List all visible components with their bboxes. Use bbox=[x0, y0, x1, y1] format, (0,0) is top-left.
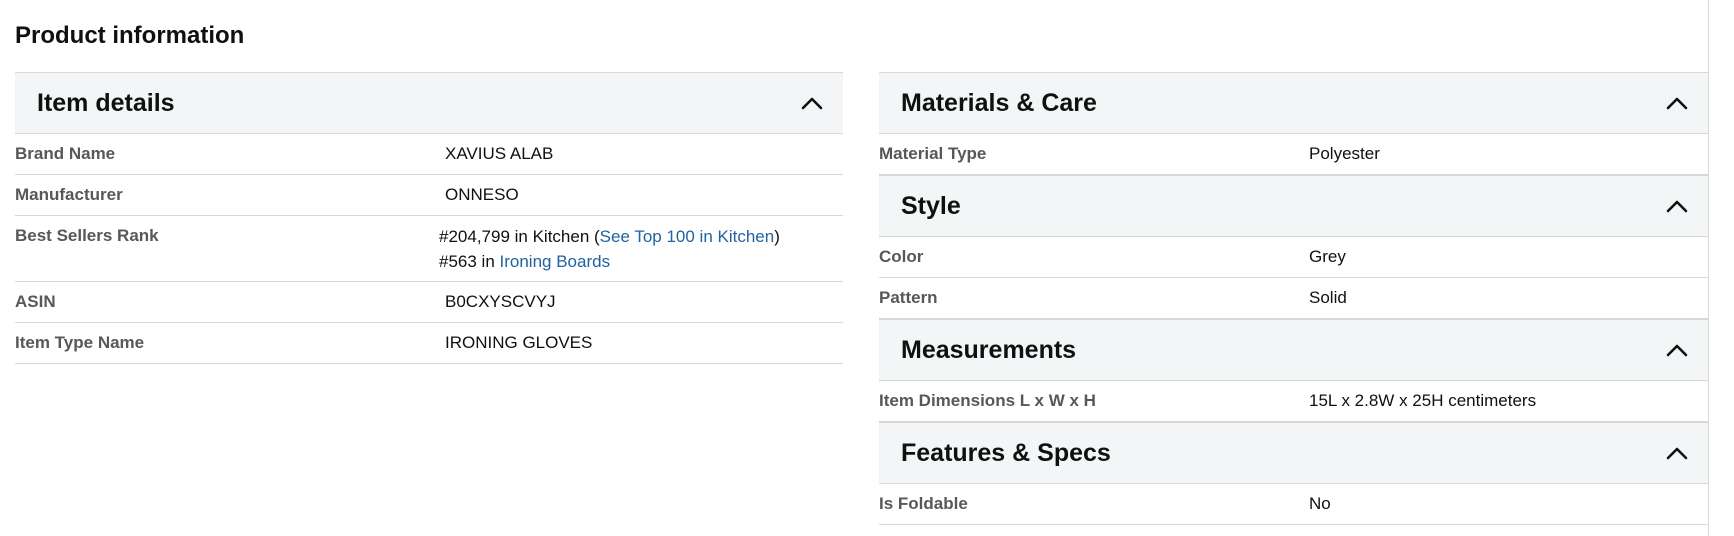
row-value: IRONING GLOVES bbox=[445, 333, 593, 352]
measurements-header[interactable]: Measurements bbox=[879, 319, 1708, 381]
row-value: Solid bbox=[1309, 288, 1347, 307]
best-sellers-rank-row: Best Sellers Rank #204,799 in Kitchen (S… bbox=[15, 216, 843, 282]
style-header[interactable]: Style bbox=[879, 175, 1708, 237]
row-value: B0CXYSCVYJ bbox=[445, 292, 556, 311]
chevron-up-icon[interactable] bbox=[1664, 194, 1690, 220]
row-label: Is Foldable bbox=[879, 494, 968, 513]
row-label: Best Sellers Rank bbox=[15, 226, 159, 245]
asin-row: ASIN B0CXYSCVYJ bbox=[15, 282, 843, 323]
panel-right-border bbox=[1708, 0, 1709, 536]
row-label: Item Dimensions L x W x H bbox=[879, 391, 1096, 410]
color-row: Color Grey bbox=[879, 237, 1708, 278]
row-label: Material Type bbox=[879, 144, 987, 163]
row-value: 15L x 2.8W x 25H centimeters bbox=[1309, 391, 1537, 410]
section-title: Item details bbox=[37, 89, 175, 117]
row-value: No bbox=[1309, 494, 1331, 513]
dimensions-row: Item Dimensions L x W x H 15L x 2.8W x 2… bbox=[879, 381, 1708, 422]
page-title: Product information bbox=[15, 22, 245, 49]
item-type-row: Item Type Name IRONING GLOVES bbox=[15, 323, 843, 364]
item-details-column: Item details Brand Name XAVIUS ALAB Manu… bbox=[15, 72, 843, 364]
row-label: Pattern bbox=[879, 288, 938, 307]
rank-line-ironing-boards: #563 in Ironing Boards bbox=[439, 249, 610, 274]
rank-text: ) bbox=[774, 227, 780, 246]
chevron-up-icon[interactable] bbox=[799, 91, 825, 117]
section-title: Materials & Care bbox=[901, 89, 1097, 117]
row-label: Color bbox=[879, 247, 924, 266]
section-title: Features & Specs bbox=[901, 439, 1111, 467]
specs-column: Materials & Care Material Type Polyester… bbox=[879, 72, 1708, 525]
chevron-up-icon[interactable] bbox=[1664, 91, 1690, 117]
row-value: Polyester bbox=[1309, 144, 1380, 163]
row-value: Grey bbox=[1309, 247, 1346, 266]
pattern-row: Pattern Solid bbox=[879, 278, 1708, 319]
row-label: Manufacturer bbox=[15, 185, 123, 204]
row-label: Item Type Name bbox=[15, 333, 145, 352]
product-information-page: Product information Item details Brand N… bbox=[0, 0, 1734, 536]
rank-text: #563 in bbox=[439, 252, 500, 271]
row-value: XAVIUS ALAB bbox=[445, 144, 554, 163]
row-label: Brand Name bbox=[15, 144, 116, 163]
row-value: ONNESO bbox=[445, 185, 519, 204]
section-title: Measurements bbox=[901, 336, 1077, 364]
rank-line-kitchen: #204,799 in Kitchen (See Top 100 in Kitc… bbox=[439, 224, 780, 249]
chevron-up-icon[interactable] bbox=[1664, 441, 1690, 467]
rank-text: #204,799 in Kitchen ( bbox=[439, 227, 600, 246]
manufacturer-row: Manufacturer ONNESO bbox=[15, 175, 843, 216]
brand-row: Brand Name XAVIUS ALAB bbox=[15, 134, 843, 175]
item-details-header[interactable]: Item details bbox=[15, 72, 843, 134]
is-foldable-row: Is Foldable No bbox=[879, 484, 1708, 525]
chevron-up-icon[interactable] bbox=[1664, 338, 1690, 364]
materials-care-header[interactable]: Materials & Care bbox=[879, 72, 1708, 134]
row-label: ASIN bbox=[15, 292, 56, 311]
ironing-boards-link[interactable]: Ironing Boards bbox=[500, 252, 611, 271]
see-top-100-kitchen-link[interactable]: See Top 100 in Kitchen bbox=[600, 227, 775, 246]
material-type-row: Material Type Polyester bbox=[879, 134, 1708, 175]
section-title: Style bbox=[901, 192, 961, 220]
features-specs-header[interactable]: Features & Specs bbox=[879, 422, 1708, 484]
